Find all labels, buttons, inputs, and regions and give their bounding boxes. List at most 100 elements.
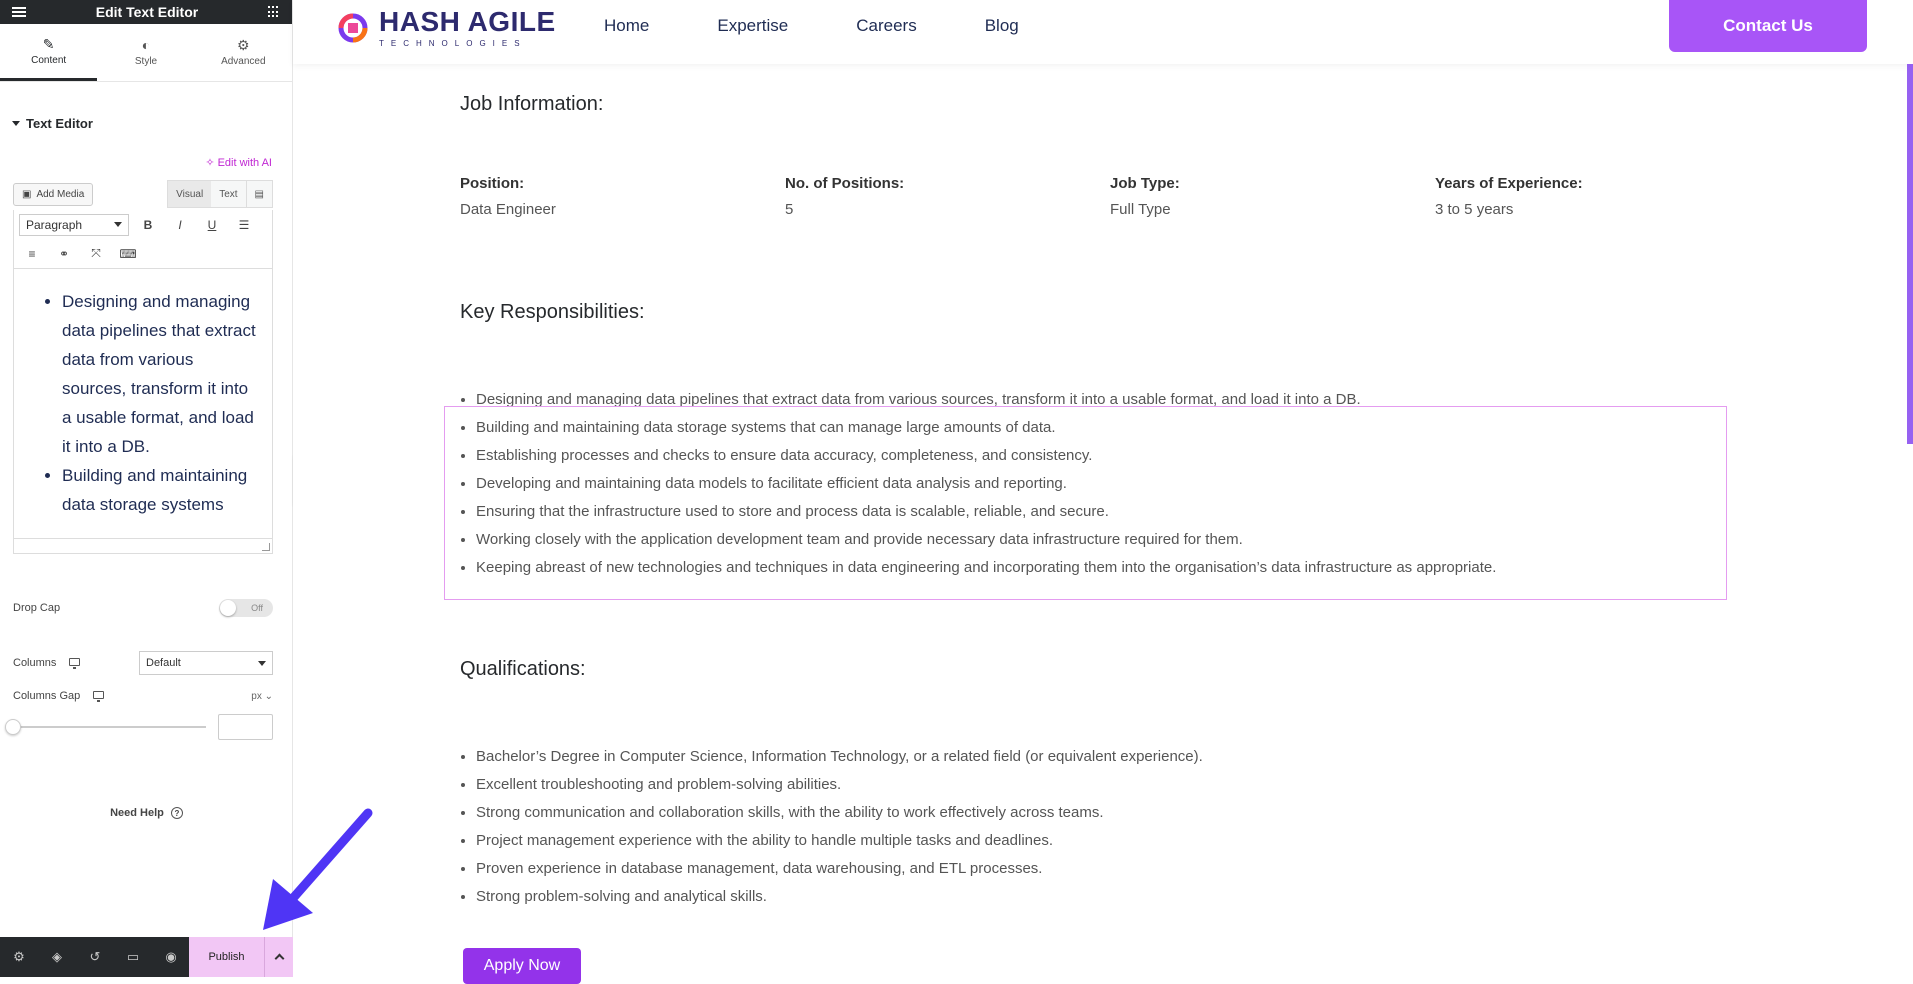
- media-row: ▣ Add Media Visual Text ▤: [13, 180, 273, 208]
- list-item: Bachelor’s Degree in Computer Science, I…: [476, 743, 1760, 771]
- editor-panel: Edit Text Editor ✎ Content ◐ Style ⚙ Adv…: [0, 0, 293, 977]
- toolbar-toggle-icon[interactable]: ▤: [245, 181, 272, 207]
- add-media-label: Add Media: [36, 188, 85, 200]
- media-icon: ▣: [22, 188, 32, 200]
- pencil-icon: ✎: [42, 35, 55, 52]
- panel-header: Edit Text Editor: [0, 0, 292, 24]
- columns-gap-label: Columns Gap: [13, 690, 81, 702]
- bullet-list-icon[interactable]: ☰: [231, 214, 257, 236]
- responsive-mode-icon[interactable]: ▭: [114, 937, 152, 977]
- list-item: Project management experience with the a…: [476, 827, 1760, 855]
- underline-icon[interactable]: U: [199, 214, 225, 236]
- widgets-grid-icon[interactable]: [267, 6, 280, 18]
- main-nav: Home Expertise Careers Blog: [604, 16, 1087, 36]
- hamburger-menu-icon[interactable]: [12, 7, 26, 17]
- list-item: Excellent troubleshooting and problem-so…: [476, 771, 1760, 799]
- job-info-label: Years of Experience:: [1435, 175, 1583, 192]
- qualifications-heading: Qualifications:: [460, 658, 586, 680]
- tab-label: Style: [134, 56, 158, 67]
- tab-advanced[interactable]: ⚙ Advanced: [195, 24, 292, 81]
- columns-label: Columns: [13, 657, 57, 669]
- history-icon[interactable]: ↺: [76, 937, 114, 977]
- fullscreen-icon[interactable]: ⤧: [83, 243, 109, 265]
- nav-expertise[interactable]: Expertise: [717, 16, 788, 36]
- edit-with-ai-link[interactable]: ✧ Edit with AI: [205, 156, 272, 170]
- desktop-icon[interactable]: [93, 691, 105, 702]
- tab-content[interactable]: ✎ Content: [0, 24, 98, 81]
- annotation-arrow-icon: [263, 808, 373, 930]
- publish-options-button[interactable]: [264, 937, 293, 977]
- tab-text[interactable]: Text: [211, 181, 246, 207]
- chevron-down-icon: [258, 660, 266, 666]
- chevron-up-icon: [274, 953, 284, 964]
- toolbar-row-1: Paragraph B I U ☰: [14, 210, 272, 239]
- need-help-label: Need Help: [110, 807, 164, 819]
- numbered-list-icon[interactable]: ≡: [19, 243, 45, 265]
- nav-blog[interactable]: Blog: [985, 16, 1019, 36]
- chevron-down-icon: [114, 222, 122, 227]
- selected-widget-outline[interactable]: [444, 406, 1727, 600]
- columns-gap-label-wrap: Columns Gap: [13, 690, 105, 702]
- desktop-icon[interactable]: [69, 658, 81, 669]
- columns-gap-slider-track[interactable]: [13, 726, 206, 728]
- drop-cap-control: Drop Cap Off: [13, 599, 273, 617]
- section-title: Text Editor: [26, 116, 93, 131]
- panel-footer: ⚙ ◈ ↺ ▭ ◉ Publish: [0, 937, 293, 977]
- apply-now-button[interactable]: Apply Now: [463, 948, 581, 984]
- publish-button[interactable]: Publish: [189, 937, 264, 977]
- columns-select[interactable]: Default: [139, 651, 273, 675]
- tab-visual[interactable]: Visual: [168, 181, 212, 207]
- caret-down-icon: [12, 121, 20, 126]
- site-header: HASH AGILE TECHNOLOGIES Home Expertise C…: [293, 0, 1913, 64]
- tab-style[interactable]: ◐ Style: [97, 24, 194, 81]
- logo-text: HASH AGILE TECHNOLOGIES: [379, 8, 556, 49]
- qualifications-list: Bachelor’s Degree in Computer Science, I…: [460, 743, 1760, 911]
- editor-content-area[interactable]: Designing and managing data pipelines th…: [13, 269, 273, 554]
- editor-list-item: Building and maintaining data storage sy…: [62, 461, 262, 519]
- job-info-label: Job Type:: [1110, 175, 1180, 192]
- gear-icon: ⚙: [237, 37, 250, 53]
- unit-select[interactable]: px ⌄: [251, 691, 273, 702]
- scrollbar-thumb[interactable]: [1907, 64, 1913, 444]
- site-preview: HASH AGILE TECHNOLOGIES Home Expertise C…: [293, 0, 1913, 984]
- wysiwyg-editor: ▣ Add Media Visual Text ▤ Paragraph B I …: [13, 180, 273, 554]
- panel-title: Edit Text Editor: [95, 4, 199, 20]
- half-circle-icon: ◐: [141, 37, 151, 53]
- keyboard-icon[interactable]: ⌨: [115, 243, 141, 265]
- editor-divider: [14, 538, 272, 539]
- paragraph-format-value: Paragraph: [26, 217, 83, 232]
- section-toggle-text-editor[interactable]: Text Editor: [12, 116, 93, 131]
- nav-home[interactable]: Home: [604, 16, 649, 36]
- paragraph-format-select[interactable]: Paragraph: [19, 213, 129, 236]
- list-item: Proven experience in database management…: [476, 855, 1760, 883]
- preview-eye-icon[interactable]: ◉: [152, 937, 190, 977]
- contact-us-button[interactable]: Contact Us: [1669, 0, 1867, 52]
- logo-sub-text: TECHNOLOGIES: [379, 39, 527, 48]
- columns-label-wrap: Columns: [13, 657, 81, 669]
- columns-gap-slider-thumb[interactable]: [5, 719, 21, 735]
- job-info-value: 3 to 5 years: [1435, 201, 1514, 218]
- italic-icon[interactable]: I: [167, 214, 193, 236]
- tab-label: Advanced: [221, 56, 266, 67]
- resize-handle-icon[interactable]: [262, 543, 270, 551]
- job-info-grid: Position: Data Engineer No. of Positions…: [460, 175, 1760, 218]
- layers-icon[interactable]: ◈: [38, 937, 76, 977]
- toggle-state: Off: [251, 603, 263, 613]
- drop-cap-toggle[interactable]: Off: [219, 599, 273, 617]
- logo-mark-icon: [338, 13, 368, 43]
- nav-careers[interactable]: Careers: [856, 16, 916, 36]
- columns-gap-input[interactable]: [218, 714, 273, 740]
- job-info-value: 5: [785, 201, 794, 218]
- job-info-value: Data Engineer: [460, 201, 556, 218]
- add-media-button[interactable]: ▣ Add Media: [13, 182, 94, 206]
- site-logo[interactable]: HASH AGILE TECHNOLOGIES: [333, 8, 556, 48]
- sparkle-icon: ✧: [205, 157, 215, 169]
- tab-label: Content: [31, 54, 67, 66]
- bold-icon[interactable]: B: [135, 214, 161, 236]
- need-help-link[interactable]: Need Help ?: [0, 807, 293, 820]
- link-icon[interactable]: ⚭: [51, 243, 77, 265]
- unit-value: px: [251, 690, 262, 702]
- settings-icon[interactable]: ⚙: [0, 937, 38, 977]
- list-item: Strong communication and collaboration s…: [476, 799, 1760, 827]
- job-info-heading: Job Information:: [460, 93, 604, 115]
